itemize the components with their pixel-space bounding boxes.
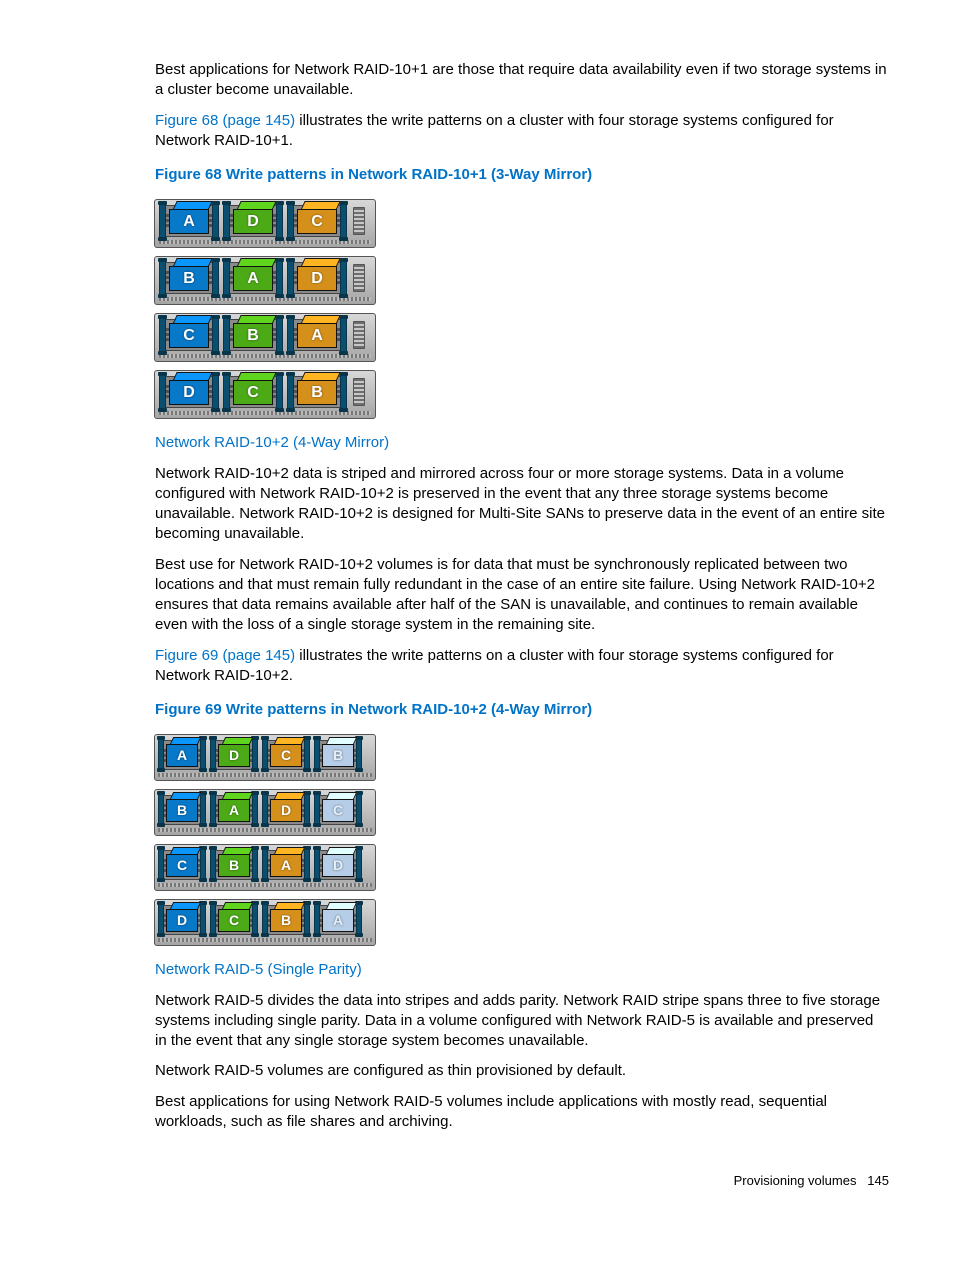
disk-slot: A xyxy=(158,740,206,770)
disk-label: D xyxy=(297,266,337,291)
figure-68-caption: Figure 68 Write patterns in Network RAID… xyxy=(155,165,889,185)
disk-label: C xyxy=(169,323,209,348)
disk-label: B xyxy=(218,854,250,877)
disk-label: C xyxy=(166,854,198,877)
paragraph: Figure 69 (page 145) illustrates the wri… xyxy=(155,646,889,687)
disk-slot: D xyxy=(159,376,219,408)
disk-slot: D xyxy=(262,795,310,825)
disk-slot: A xyxy=(159,205,219,237)
disk-slot: C xyxy=(314,795,362,825)
disk-slot: A xyxy=(262,850,310,880)
disk-slot: B xyxy=(158,795,206,825)
paragraph: Best use for Network RAID-10+2 volumes i… xyxy=(155,555,889,636)
page-footer: Provisioning volumes 145 xyxy=(155,1172,889,1190)
disk-label: D xyxy=(169,380,209,405)
disk-label: A xyxy=(297,323,337,348)
paragraph: Network RAID-5 volumes are configured as… xyxy=(155,1061,889,1081)
disk-slot: B xyxy=(287,376,347,408)
storage-rack: CBA xyxy=(154,313,376,362)
disk-label: D xyxy=(166,909,198,932)
disk-slot: C xyxy=(262,740,310,770)
disk-label: C xyxy=(322,799,354,822)
storage-rack: DCBA xyxy=(154,899,376,946)
vent-icon xyxy=(353,321,365,349)
vent-icon xyxy=(353,264,365,292)
disk-label: B xyxy=(169,266,209,291)
disk-slot: C xyxy=(159,319,219,351)
disk-label: A xyxy=(169,209,209,234)
vent-icon xyxy=(353,378,365,406)
disk-slot: C xyxy=(223,376,283,408)
disk-slot: A xyxy=(287,319,347,351)
disk-slot: B xyxy=(314,740,362,770)
disk-slot: B xyxy=(159,262,219,294)
disk-label: B xyxy=(270,909,302,932)
disk-label: C xyxy=(218,909,250,932)
disk-label: D xyxy=(233,209,273,234)
disk-slot: C xyxy=(210,905,258,935)
footer-page-number: 145 xyxy=(867,1173,889,1188)
disk-slot: B xyxy=(262,905,310,935)
paragraph: Best applications for using Network RAID… xyxy=(155,1092,889,1133)
section-heading-raid5: Network RAID-5 (Single Parity) xyxy=(155,960,889,980)
disk-label: C xyxy=(297,209,337,234)
storage-rack: DCB xyxy=(154,370,376,419)
figure-68-diagram: ADCBADCBADCB xyxy=(154,199,889,419)
disk-label: D xyxy=(218,744,250,767)
disk-label: A xyxy=(218,799,250,822)
disk-label: B xyxy=(322,744,354,767)
disk-label: A xyxy=(270,854,302,877)
figure-link[interactable]: Figure 68 (page 145) xyxy=(155,112,295,129)
storage-rack: BADC xyxy=(154,789,376,836)
disk-label: D xyxy=(322,854,354,877)
disk-label: A xyxy=(233,266,273,291)
figure-69-caption: Figure 69 Write patterns in Network RAID… xyxy=(155,700,889,720)
disk-slot: D xyxy=(158,905,206,935)
disk-slot: B xyxy=(223,319,283,351)
footer-section: Provisioning volumes xyxy=(734,1173,857,1188)
storage-rack: CBAD xyxy=(154,844,376,891)
disk-slot: D xyxy=(223,205,283,237)
storage-rack: ADC xyxy=(154,199,376,248)
disk-label: B xyxy=(166,799,198,822)
disk-slot: D xyxy=(287,262,347,294)
section-heading-raid102: Network RAID-10+2 (4-Way Mirror) xyxy=(155,433,889,453)
disk-slot: C xyxy=(158,850,206,880)
paragraph: Network RAID-5 divides the data into str… xyxy=(155,991,889,1052)
disk-slot: C xyxy=(287,205,347,237)
paragraph: Network RAID-10+2 data is striped and mi… xyxy=(155,464,889,545)
disk-slot: A xyxy=(223,262,283,294)
disk-slot: A xyxy=(210,795,258,825)
disk-label: C xyxy=(270,744,302,767)
vent-icon xyxy=(353,207,365,235)
disk-label: B xyxy=(297,380,337,405)
paragraph: Best applications for Network RAID-10+1 … xyxy=(155,60,889,101)
disk-slot: D xyxy=(210,740,258,770)
disk-label: D xyxy=(270,799,302,822)
figure-link[interactable]: Figure 69 (page 145) xyxy=(155,647,295,664)
disk-label: A xyxy=(322,909,354,932)
disk-label: C xyxy=(233,380,273,405)
disk-slot: D xyxy=(314,850,362,880)
storage-rack: BAD xyxy=(154,256,376,305)
disk-slot: B xyxy=(210,850,258,880)
storage-rack: ADCB xyxy=(154,734,376,781)
disk-label: B xyxy=(233,323,273,348)
disk-slot: A xyxy=(314,905,362,935)
figure-69-diagram: ADCBBADCCBADDCBA xyxy=(154,734,889,946)
paragraph: Figure 68 (page 145) illustrates the wri… xyxy=(155,111,889,152)
disk-label: A xyxy=(166,744,198,767)
